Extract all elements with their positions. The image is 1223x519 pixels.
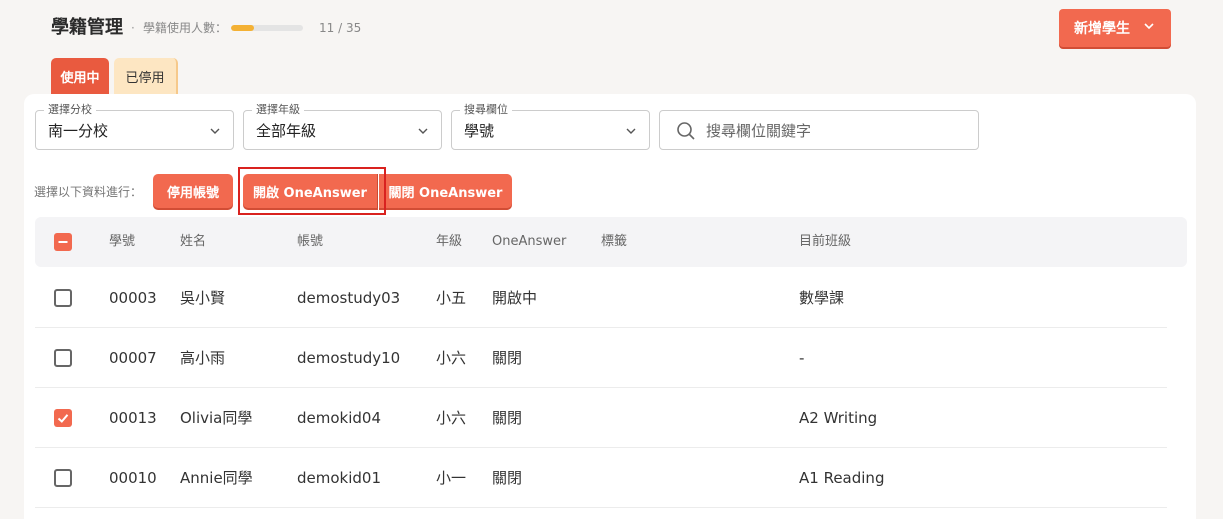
column-header-class[interactable]: 目前班級 [799,234,851,250]
title-separator: · [131,21,135,35]
cell-name: Annie同學 [180,469,253,487]
add-student-button[interactable]: 新增學生 [1059,9,1171,47]
search-input[interactable]: 搜尋欄位關鍵字 [659,110,979,150]
column-header-account[interactable]: 帳號 [297,234,323,250]
table-row[interactable]: 00007 高小雨 demostudy10 小六 關閉 - [35,328,1167,388]
column-header-id[interactable]: 學號 [109,234,135,250]
cell-account: demostudy03 [297,289,401,307]
column-header-name[interactable]: 姓名 [180,234,206,250]
cell-class: - [799,349,805,367]
add-student-label: 新增學生 [1074,21,1130,37]
search-placeholder: 搜尋欄位關鍵字 [706,122,812,140]
row-checkbox[interactable] [54,289,72,307]
top-bar: 學籍管理 · 學籍使用人數： 11 / 35 新增學生 [0,0,1223,58]
cell-oneanswer: 關閉 [492,469,523,487]
column-header-grade[interactable]: 年級 [436,234,462,250]
cell-class: 數學課 [799,289,845,307]
select-all-checkbox[interactable] [54,233,72,251]
row-checkbox[interactable] [54,349,72,367]
school-select-value: 南一分校 [48,122,109,140]
cell-id: 00013 [109,409,157,427]
disable-account-button[interactable]: 停用帳號 [153,174,233,208]
table-row[interactable]: 00003 吳小賢 demostudy03 小五 開啟中 數學課 [35,268,1167,328]
cell-class: A2 Writing [799,409,878,427]
cell-grade: 小六 [436,349,467,367]
search-column-select[interactable]: 搜尋欄位 學號 [451,103,650,150]
disable-oneanswer-button[interactable]: 關閉 OneAnswer [379,174,512,208]
search-icon [677,122,695,140]
cell-class: A1 Reading [799,469,885,487]
grade-select-value: 全部年級 [256,122,317,140]
search-column-value: 學號 [464,122,495,140]
cell-oneanswer: 關閉 [492,349,523,367]
table-row[interactable]: 00013 Olivia同學 demokid04 小六 關閉 A2 Writin… [35,388,1167,448]
cell-account: demostudy10 [297,349,401,367]
cell-account: demokid01 [297,469,382,487]
usage-progress-bar [231,25,303,31]
cell-oneanswer: 開啟中 [492,289,538,307]
highlight-box [238,167,386,215]
cell-grade: 小六 [436,409,467,427]
row-checkbox[interactable] [54,469,72,487]
cell-id: 00007 [109,349,157,367]
indeterminate-icon [58,241,68,243]
cell-account: demokid04 [297,409,382,427]
cell-name: 吳小賢 [180,289,226,307]
column-header-tags[interactable]: 標籤 [601,234,627,250]
search-column-label: 搜尋欄位 [460,103,512,117]
grade-select[interactable]: 選擇年級 全部年級 [243,103,442,150]
cell-grade: 小五 [436,289,467,307]
bulk-action-label: 選擇以下資料進行： [34,185,143,199]
usage-progress-fill [231,25,254,31]
school-select[interactable]: 選擇分校 南一分校 [35,103,234,150]
column-header-oneanswer[interactable]: OneAnswer [492,234,566,250]
page-title: 學籍管理 [51,17,123,38]
usage-count: 11 / 35 [319,21,362,35]
chevron-down-icon [210,128,220,134]
school-select-label: 選擇分校 [44,103,96,117]
cell-id: 00010 [109,469,157,487]
chevron-down-icon [626,128,636,134]
cell-id: 00003 [109,289,157,307]
tab-active-students[interactable]: 使用中 [51,58,109,94]
cell-name: 高小雨 [180,349,226,367]
row-checkbox[interactable] [54,409,72,427]
table-row[interactable]: 00010 Annie同學 demokid01 小一 關閉 A1 Reading [35,448,1167,508]
cell-grade: 小一 [436,469,467,487]
cell-oneanswer: 關閉 [492,409,523,427]
chevron-down-icon [1144,23,1154,30]
student-panel: 選擇分校 南一分校 選擇年級 全部年級 搜尋欄位 學號 搜尋欄位關鍵字 選擇以下… [24,94,1196,519]
tab-disabled-students[interactable]: 已停用 [114,58,178,94]
chevron-down-icon [418,128,428,134]
cell-name: Olivia同學 [180,409,253,427]
grade-select-label: 選擇年級 [252,103,304,117]
usage-label: 學籍使用人數： [143,21,228,35]
check-icon [57,414,69,423]
table-header: 學號 姓名 帳號 年級 OneAnswer 標籤 目前班級 [35,217,1187,267]
